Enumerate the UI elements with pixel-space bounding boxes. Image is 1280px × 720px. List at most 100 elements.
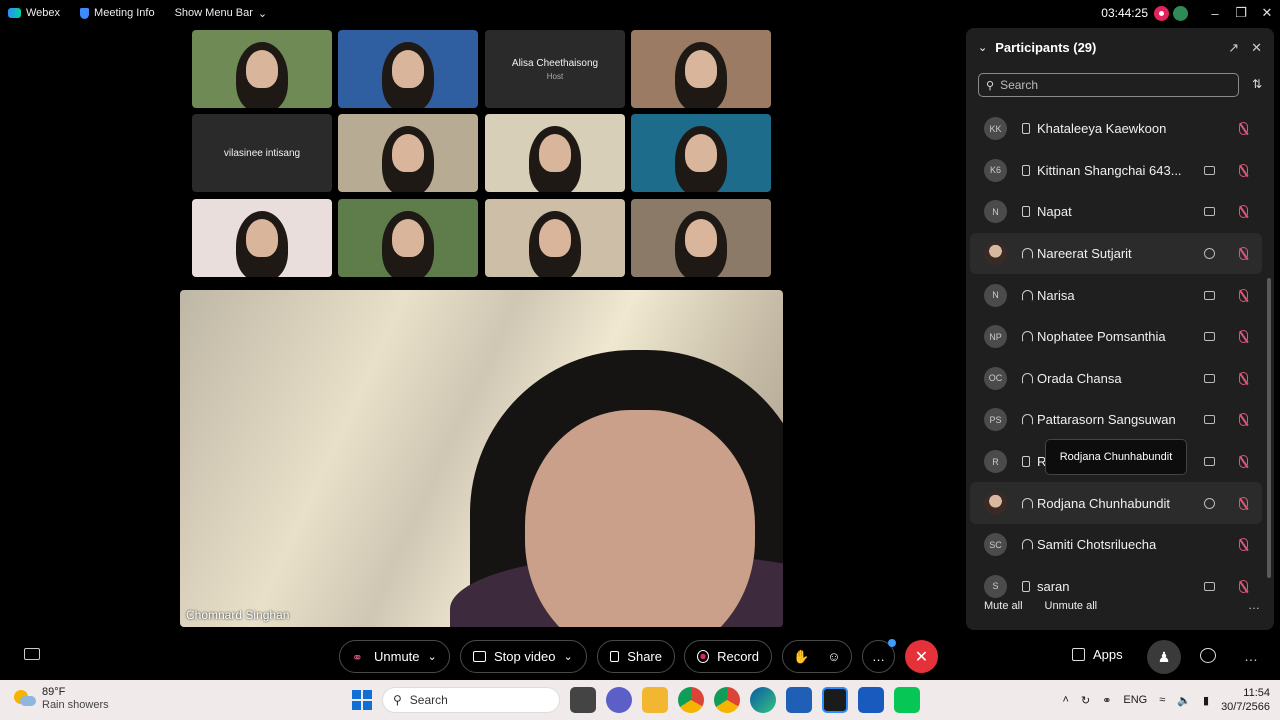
video-icon[interactable] — [1204, 290, 1215, 300]
battery-icon[interactable]: ▮ — [1203, 694, 1209, 707]
participant-video-tile[interactable] — [631, 199, 771, 277]
word-icon[interactable] — [858, 687, 884, 713]
participant-row[interactable]: N Narisa — [970, 274, 1262, 316]
edge-icon[interactable] — [750, 687, 776, 713]
chrome-profile-icon[interactable] — [678, 687, 704, 713]
participant-row[interactable]: N Napat — [970, 191, 1262, 233]
task-view-icon[interactable] — [570, 687, 596, 713]
mic-muted-icon[interactable] — [1239, 163, 1248, 177]
participant-row[interactable]: NP Nophatee Pomsanthia — [970, 316, 1262, 358]
participant-row[interactable]: K6 Kittinan Shangchai 643... — [970, 150, 1262, 192]
unmute-button[interactable]: ⚭ Unmute ⌄ — [339, 640, 450, 673]
chat-icon[interactable] — [1204, 248, 1215, 260]
video-icon[interactable] — [1204, 207, 1215, 217]
participant-row[interactable]: Rodjana Chunhabundit — [970, 482, 1262, 524]
minimize-button[interactable]: – — [1202, 6, 1228, 21]
security-icon[interactable] — [1173, 5, 1188, 21]
participant-video-tile[interactable] — [338, 199, 478, 277]
webex-menu[interactable]: Webex — [8, 7, 60, 19]
windows-start-icon[interactable] — [352, 690, 372, 710]
language-indicator[interactable]: ENG — [1123, 694, 1147, 706]
mic-muted-icon[interactable] — [1239, 371, 1248, 385]
video-icon[interactable] — [1204, 165, 1215, 175]
store-icon[interactable] — [786, 687, 812, 713]
recording-indicator-icon[interactable] — [1154, 5, 1169, 21]
chevron-down-icon[interactable]: ⌄ — [428, 650, 437, 663]
closed-captions-icon[interactable] — [24, 648, 40, 660]
active-speaker-video[interactable]: Chomnard Singhan — [180, 290, 783, 627]
participant-list-scrollbar[interactable] — [1267, 278, 1271, 578]
apps-button[interactable]: Apps — [1072, 647, 1123, 662]
wifi-icon[interactable]: ≈ — [1159, 694, 1165, 706]
file-explorer-icon[interactable] — [642, 687, 668, 713]
mic-muted-icon[interactable] — [1239, 205, 1248, 219]
mic-muted-icon[interactable] — [1239, 330, 1248, 344]
show-menu-bar-button[interactable]: Show Menu Bar ⌄ — [175, 7, 267, 20]
sync-icon[interactable]: ↻ — [1081, 694, 1090, 707]
reactions-icon[interactable]: ☺ — [827, 649, 840, 664]
video-icon[interactable] — [1204, 332, 1215, 342]
participant-video-tile[interactable] — [338, 30, 478, 108]
volume-icon[interactable]: 🔈 — [1177, 694, 1191, 707]
video-icon[interactable] — [1204, 457, 1215, 467]
more-controls-button[interactable]: … — [862, 639, 896, 673]
participant-row[interactable]: Nareerat Sutjarit — [970, 232, 1262, 275]
participant-row[interactable]: KK Khataleeya Kaewkoon — [970, 108, 1262, 150]
more-options-icon[interactable]: … — [1248, 598, 1260, 612]
close-panel-icon[interactable]: ✕ — [1251, 40, 1262, 56]
teams-icon[interactable] — [606, 687, 632, 713]
participant-row[interactable]: OC Orada Chansa — [970, 358, 1262, 400]
mic-muted-icon[interactable] — [1239, 247, 1248, 261]
mute-all-button[interactable]: Mute all — [984, 600, 1023, 612]
chat-icon[interactable] — [1200, 648, 1216, 663]
restore-button[interactable]: ❐ — [1228, 5, 1254, 21]
unmute-all-button[interactable]: Unmute all — [1045, 600, 1098, 612]
sort-icon[interactable]: ⇅ — [1252, 77, 1262, 91]
share-button[interactable]: Share — [597, 640, 675, 673]
stop-video-button[interactable]: Stop video ⌄ — [460, 640, 587, 673]
video-icon[interactable] — [1204, 373, 1215, 383]
chevron-down-icon[interactable]: ⌄ — [978, 41, 987, 54]
webex-taskbar-icon[interactable] — [822, 687, 848, 713]
mic-muted-icon[interactable] — [1239, 288, 1248, 302]
participant-video-tile[interactable]: vilasinee intisang — [192, 114, 332, 192]
weather-widget[interactable]: 89°F Rain showers — [14, 686, 109, 712]
video-camera-icon — [473, 651, 486, 662]
mic-muted-icon[interactable] — [1239, 122, 1248, 136]
participant-row[interactable]: SC Samiti Chotsriluecha — [970, 524, 1262, 566]
record-button[interactable]: Record — [684, 640, 772, 673]
participants-header[interactable]: ⌄ Participants (29) — [978, 40, 1096, 55]
participant-video-tile[interactable]: Alisa Cheethaisong Host — [485, 30, 625, 108]
participant-video-tile[interactable] — [631, 114, 771, 192]
participant-video-tile[interactable] — [485, 114, 625, 192]
participant-video-tile[interactable] — [192, 30, 332, 108]
mic-muted-icon[interactable] — [1239, 496, 1248, 510]
close-window-button[interactable]: ✕ — [1254, 5, 1280, 21]
participant-video-tile[interactable] — [192, 199, 332, 277]
mic-muted-icon[interactable] — [1239, 538, 1248, 552]
pop-out-icon[interactable]: ↗ — [1228, 40, 1239, 56]
video-icon[interactable] — [1204, 581, 1215, 591]
leave-meeting-button[interactable]: ✕ — [905, 640, 938, 673]
video-icon[interactable] — [1204, 415, 1215, 425]
mic-muted-icon[interactable]: ⚭ — [1102, 694, 1111, 707]
chat-icon[interactable] — [1204, 497, 1215, 509]
mic-muted-icon[interactable] — [1239, 413, 1248, 427]
chevron-down-icon[interactable]: ⌄ — [563, 650, 572, 663]
participant-row[interactable]: PS Pattarasorn Sangsuwan — [970, 399, 1262, 441]
taskbar-search[interactable]: ⚲ Search — [382, 687, 560, 713]
taskbar-clock[interactable]: 11:54 30/7/2566 — [1221, 686, 1270, 714]
participant-video-tile[interactable] — [338, 114, 478, 192]
more-options-icon[interactable]: … — [1244, 648, 1258, 664]
raise-hand-icon[interactable]: ✋ — [793, 649, 809, 665]
chrome-icon[interactable] — [714, 687, 740, 713]
chevron-up-icon[interactable]: ˄ — [1063, 694, 1069, 706]
participant-search-input[interactable] — [1000, 78, 1221, 92]
participant-video-tile[interactable] — [485, 199, 625, 277]
meeting-info-button[interactable]: Meeting Info — [80, 7, 155, 19]
mic-muted-icon[interactable] — [1239, 579, 1248, 593]
mic-muted-icon[interactable] — [1239, 455, 1248, 469]
line-icon[interactable] — [894, 687, 920, 713]
participant-video-tile[interactable] — [631, 30, 771, 108]
participants-toggle-button[interactable]: ♟ — [1147, 640, 1181, 674]
